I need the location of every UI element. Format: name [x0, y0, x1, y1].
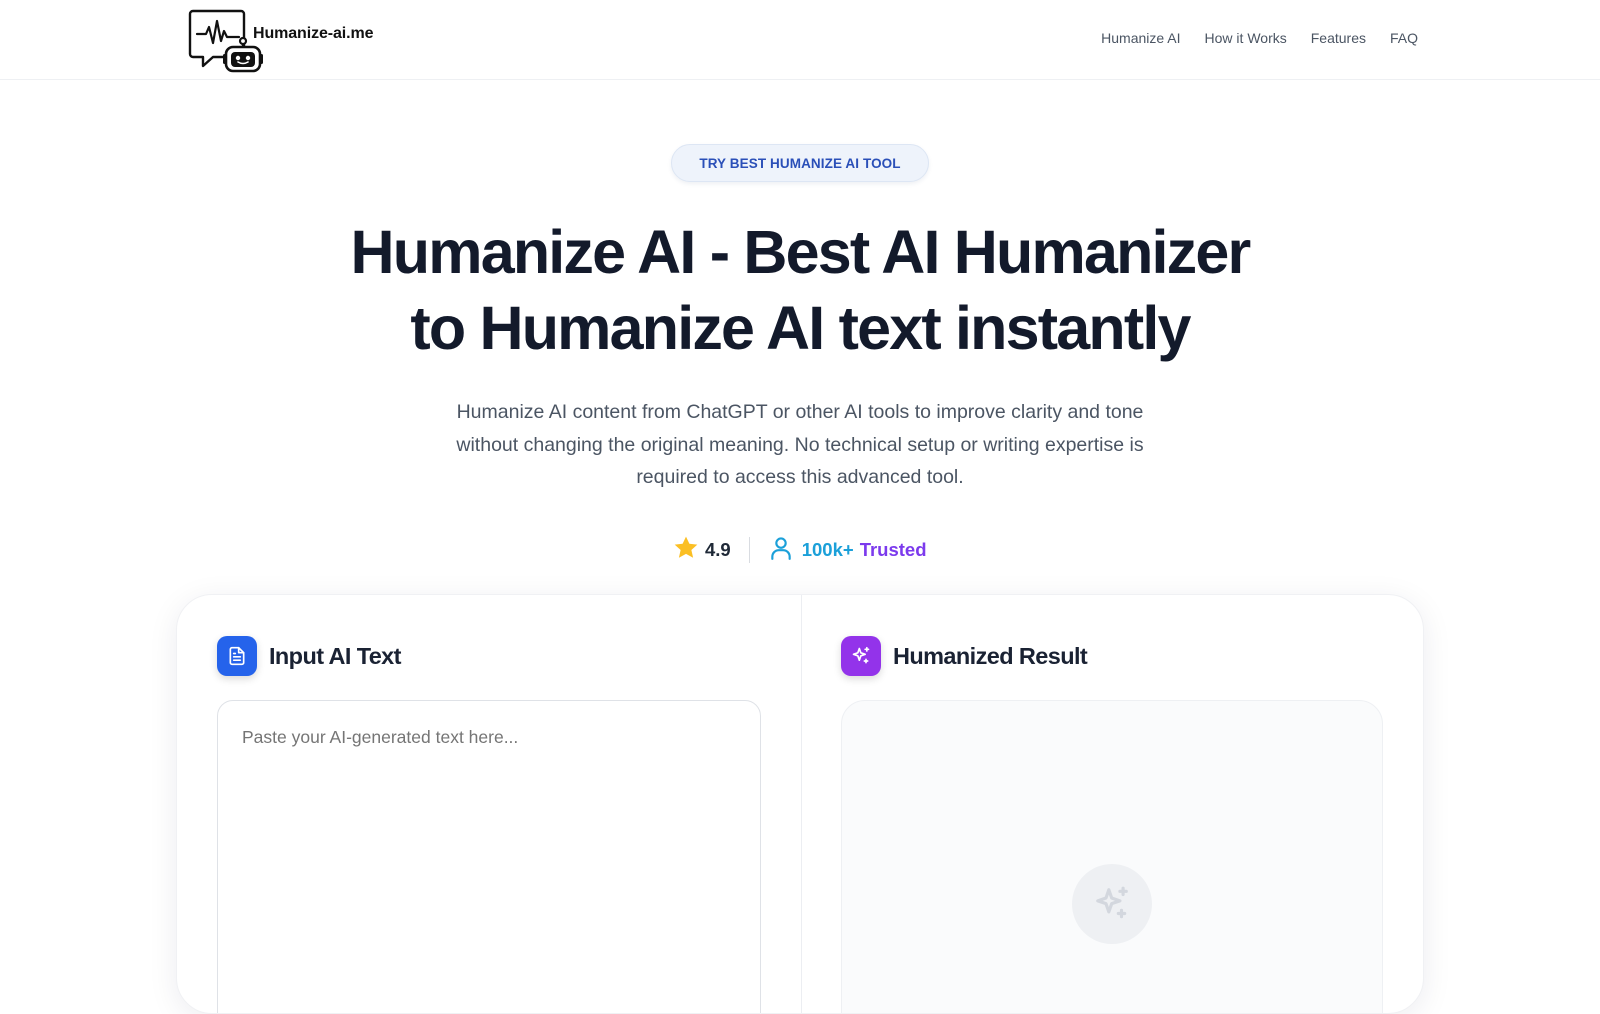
humanizer-tool-card: Input AI Text Humanized Result	[176, 594, 1424, 1014]
user-icon	[768, 535, 794, 566]
trusted-label: Trusted	[859, 539, 927, 560]
hero-subtitle: Humanize AI content from ChatGPT or othe…	[456, 401, 1144, 488]
site-header: Humanize-ai.me Humanize AI How it Works …	[0, 0, 1600, 80]
sparkles-icon	[841, 636, 881, 676]
robot-chat-logo-icon	[188, 7, 264, 73]
promo-badge: TRY BEST HUMANIZE AI TOOL	[671, 144, 929, 182]
logo-text: Humanize-ai.me	[253, 25, 374, 42]
input-panel-header: Input AI Text	[217, 636, 401, 676]
ai-text-input[interactable]	[217, 700, 761, 1013]
star-icon	[672, 534, 700, 567]
site-logo[interactable]: Humanize-ai.me	[188, 7, 374, 73]
page-title: Humanize AI - Best AI Humanizer to Human…	[200, 214, 1400, 366]
title-line-2: to Humanize AI text instantly	[410, 294, 1191, 362]
panel-divider	[801, 595, 802, 1013]
rating-value: 4.9	[705, 539, 731, 560]
main-nav: Humanize AI How it Works Features FAQ	[1101, 30, 1418, 46]
title-line-1: Humanize AI - Best AI Humanizer	[350, 218, 1252, 286]
empty-state-sparkles-icon	[1072, 864, 1152, 944]
nav-humanize-ai[interactable]: Humanize AI	[1101, 30, 1180, 46]
input-panel-title: Input AI Text	[269, 642, 401, 669]
stats-divider	[748, 537, 750, 563]
nav-features[interactable]: Features	[1311, 30, 1366, 46]
trusted-users: 100k+ Trusted	[768, 535, 927, 566]
nav-how-it-works[interactable]: How it Works	[1205, 30, 1287, 46]
document-icon	[217, 636, 257, 676]
trusted-count: 100k+	[801, 539, 854, 560]
nav-faq[interactable]: FAQ	[1390, 30, 1418, 46]
rating: 4.9	[672, 534, 731, 567]
result-panel-header: Humanized Result	[841, 636, 1088, 676]
result-panel-title: Humanized Result	[893, 642, 1088, 669]
stats-row: 4.9 100k+ Trusted	[672, 532, 927, 568]
humanized-result-output	[841, 700, 1383, 1013]
